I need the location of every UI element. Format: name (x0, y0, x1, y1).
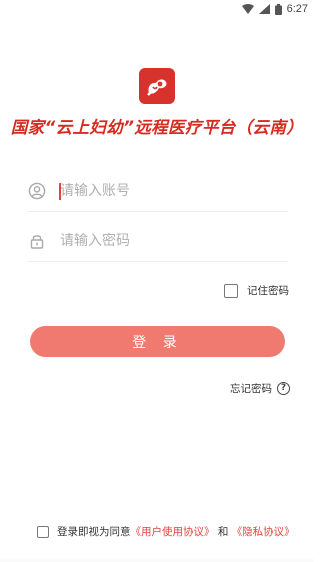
agreement-prefix: 登录即视为同意 (57, 526, 131, 538)
app-logo (139, 68, 175, 104)
account-field (28, 176, 288, 212)
wifi-icon (241, 4, 254, 14)
status-icons: 6:27 (241, 3, 308, 15)
password-underline (28, 261, 288, 262)
account-input[interactable] (60, 178, 280, 204)
question-icon: ? (277, 382, 290, 395)
remember-password-checkbox[interactable] (224, 283, 238, 298)
password-input[interactable] (60, 228, 280, 254)
privacy-policy-link[interactable]: 《隐私协议》 (232, 526, 295, 538)
agreement-and: 和 (217, 526, 229, 538)
status-bar: 6:27 (0, 0, 314, 20)
password-field (28, 226, 288, 262)
account-underline (28, 211, 288, 212)
battery-icon (274, 3, 282, 15)
app-title: 国家“云上妇幼”远程医疗平台（云南） (10, 118, 304, 137)
forgot-password-link[interactable]: 忘记密码 ? (230, 381, 290, 396)
user-icon (28, 182, 46, 200)
remember-password-toggle[interactable]: 记住密码 (224, 283, 289, 298)
care-hands-icon (147, 79, 167, 96)
user-agreement-link[interactable]: 《用户使用协议》 (131, 526, 215, 538)
text-cursor (59, 183, 61, 200)
login-button[interactable]: 登 录 (30, 326, 285, 357)
forgot-password-label: 忘记密码 (230, 383, 272, 395)
status-time: 6:27 (286, 3, 308, 15)
lock-icon (30, 235, 44, 249)
cellular-signal-icon (258, 4, 270, 14)
agreement-row: 登录即视为同意《用户使用协议》 和 《隐私协议》 (37, 524, 295, 539)
agreement-checkbox[interactable] (37, 525, 49, 538)
remember-password-label: 记住密码 (247, 285, 289, 297)
